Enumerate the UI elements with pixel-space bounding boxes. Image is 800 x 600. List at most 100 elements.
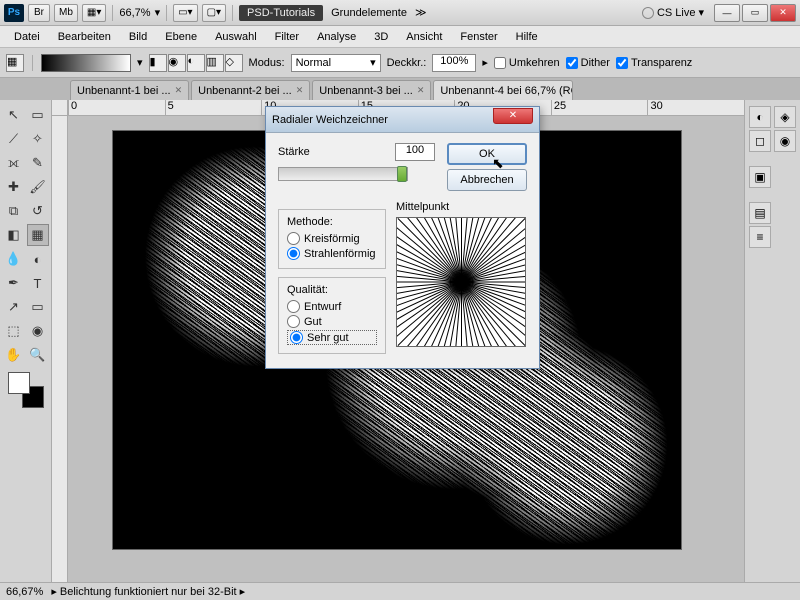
methode-label: Methode:	[287, 216, 377, 228]
methode-strahlen[interactable]: Strahlenförmig	[287, 247, 377, 260]
status-zoom[interactable]: 66,67%	[6, 586, 43, 598]
dodge-tool[interactable]: ◐	[27, 248, 49, 270]
3d-tool[interactable]: ⬚	[3, 320, 25, 342]
staerke-slider[interactable]	[278, 167, 408, 181]
gradient-tool-preset[interactable]: ▦	[6, 54, 24, 72]
stamp-tool[interactable]: ⧉	[3, 200, 25, 222]
close-button[interactable]: ✕	[770, 4, 796, 22]
hand-tool[interactable]: ✋	[3, 344, 25, 366]
dialog-titlebar[interactable]: Radialer Weichzeichner ✕	[266, 107, 539, 133]
staerke-input[interactable]: 100	[395, 143, 435, 161]
ok-button[interactable]: OK	[447, 143, 527, 165]
color-panel-icon[interactable]: ◐	[749, 106, 771, 128]
pen-tool[interactable]: ✒	[3, 272, 25, 294]
dialog-close-button[interactable]: ✕	[493, 108, 533, 124]
status-bar: 66,67% ▸ Belichtung funktioniert nur bei…	[0, 582, 800, 600]
modus-select[interactable]: Normal▾	[291, 54, 381, 72]
ruler-vertical[interactable]	[52, 116, 68, 582]
channels-panel-icon[interactable]: ≡	[749, 226, 771, 248]
qual-gut[interactable]: Gut	[287, 315, 377, 328]
eraser-tool[interactable]: ◧	[3, 224, 25, 246]
menu-filter[interactable]: Filter	[267, 29, 307, 45]
cs-live-button[interactable]: CS Live ▾	[642, 6, 704, 19]
maximize-button[interactable]: ▭	[742, 4, 768, 22]
document-tab[interactable]: Unbenannt-1 bei ...✕	[70, 80, 189, 100]
menu-ebene[interactable]: Ebene	[157, 29, 205, 45]
layers-panel-icon[interactable]: ▤	[749, 202, 771, 224]
menu-analyse[interactable]: Analyse	[309, 29, 364, 45]
gradient-angle[interactable]: ◐	[187, 54, 205, 72]
gradient-preview[interactable]	[41, 54, 131, 72]
adjustments-panel-icon[interactable]: ◉	[774, 130, 796, 152]
move-tool[interactable]: ↖	[3, 104, 25, 126]
workspace-psd-tutorials[interactable]: PSD-Tutorials	[239, 5, 323, 21]
mittelpunkt-label: Mittelpunkt	[396, 201, 526, 213]
umkehren-checkbox[interactable]: Umkehren	[494, 57, 560, 69]
swatches-panel-icon[interactable]: ◈	[774, 106, 796, 128]
arrange-button[interactable]: ▭▾	[173, 4, 197, 22]
chevron-down-icon[interactable]: ▾	[137, 56, 143, 69]
menu-datei[interactable]: Datei	[6, 29, 48, 45]
qual-entwurf[interactable]: Entwurf	[287, 300, 377, 313]
cslive-icon	[642, 7, 654, 19]
menu-fenster[interactable]: Fenster	[452, 29, 505, 45]
qual-sehrgut[interactable]: Sehr gut	[287, 330, 377, 345]
workspace-grundelemente[interactable]: Grundelemente	[331, 7, 407, 19]
mittelpunkt-preview[interactable]	[396, 217, 526, 347]
crop-tool[interactable]: ⟗	[3, 152, 25, 174]
dither-checkbox[interactable]: Dither	[566, 57, 610, 69]
title-bar: Ps Br Mb ▦▾ 66,7% ▾ ▭▾ ▢▾ PSD-Tutorials …	[0, 0, 800, 26]
history-brush-tool[interactable]: ↺	[27, 200, 49, 222]
document-tab[interactable]: Unbenannt-2 bei ...✕	[191, 80, 310, 100]
ruler-corner	[52, 100, 68, 116]
chevron-down-icon[interactable]: ▾	[155, 6, 161, 19]
menu-hilfe[interactable]: Hilfe	[508, 29, 546, 45]
menu-bearbeiten[interactable]: Bearbeiten	[50, 29, 119, 45]
cancel-button[interactable]: Abbrechen	[447, 169, 527, 191]
close-icon[interactable]: ✕	[417, 85, 425, 96]
document-tab[interactable]: Unbenannt-3 bei ...✕	[312, 80, 431, 100]
status-message: ▸ Belichtung funktioniert nur bei 32-Bit…	[51, 585, 245, 598]
gradient-radial[interactable]: ◉	[168, 54, 186, 72]
transparenz-checkbox[interactable]: Transparenz	[616, 57, 692, 69]
type-tool[interactable]: T	[27, 272, 49, 294]
3d-camera-tool[interactable]: ◉	[27, 320, 49, 342]
eyedropper-tool[interactable]: ✎	[27, 152, 49, 174]
methode-kreis[interactable]: Kreisförmig	[287, 232, 377, 245]
menu-auswahl[interactable]: Auswahl	[207, 29, 265, 45]
gradient-diamond[interactable]: ◇	[225, 54, 243, 72]
minimize-button[interactable]: —	[714, 4, 740, 22]
deckkraft-input[interactable]: 100%	[432, 54, 476, 72]
shape-tool[interactable]: ▭	[27, 296, 49, 318]
heal-tool[interactable]: ✚	[3, 176, 25, 198]
close-icon[interactable]: ✕	[175, 85, 183, 96]
qualitaet-group: Qualität: Entwurf Gut Sehr gut	[278, 277, 386, 354]
blur-tool[interactable]: 💧	[3, 248, 25, 270]
staerke-label: Stärke	[278, 146, 310, 158]
bridge-button[interactable]: Br	[28, 4, 50, 22]
marquee-tool[interactable]: ▭	[27, 104, 49, 126]
menu-3d[interactable]: 3D	[366, 29, 396, 45]
zoom-tool[interactable]: 🔍	[27, 344, 49, 366]
gradient-linear[interactable]: ▮	[149, 54, 167, 72]
brush-tool[interactable]: 🖌	[27, 176, 49, 198]
gradient-reflected[interactable]: ▥	[206, 54, 224, 72]
path-tool[interactable]: ↗	[3, 296, 25, 318]
view-extras-button[interactable]: ▦▾	[82, 4, 106, 22]
document-tab-active[interactable]: Unbenannt-4 bei 66,7% (RGB/8) *✕	[433, 80, 573, 100]
close-icon[interactable]: ✕	[296, 85, 304, 96]
screen-mode-button[interactable]: ▢▾	[202, 4, 226, 22]
minibridge-button[interactable]: Mb	[54, 4, 78, 22]
menu-ansicht[interactable]: Ansicht	[398, 29, 450, 45]
lasso-tool[interactable]: ⟋	[3, 128, 25, 150]
styles-panel-icon[interactable]: ◻	[749, 130, 771, 152]
color-swatches[interactable]	[8, 372, 44, 408]
workspace-more-icon[interactable]: ≫	[415, 6, 427, 19]
options-bar: ▦ ▾ ▮ ◉ ◐ ▥ ◇ Modus: Normal▾ Deckkr.: 10…	[0, 48, 800, 78]
menu-bild[interactable]: Bild	[121, 29, 155, 45]
wand-tool[interactable]: ✧	[27, 128, 49, 150]
masks-panel-icon[interactable]: ▣	[749, 166, 771, 188]
foreground-color-swatch[interactable]	[8, 372, 30, 394]
zoom-level[interactable]: 66,7%	[119, 7, 150, 19]
gradient-tool[interactable]: ▦	[27, 224, 49, 246]
